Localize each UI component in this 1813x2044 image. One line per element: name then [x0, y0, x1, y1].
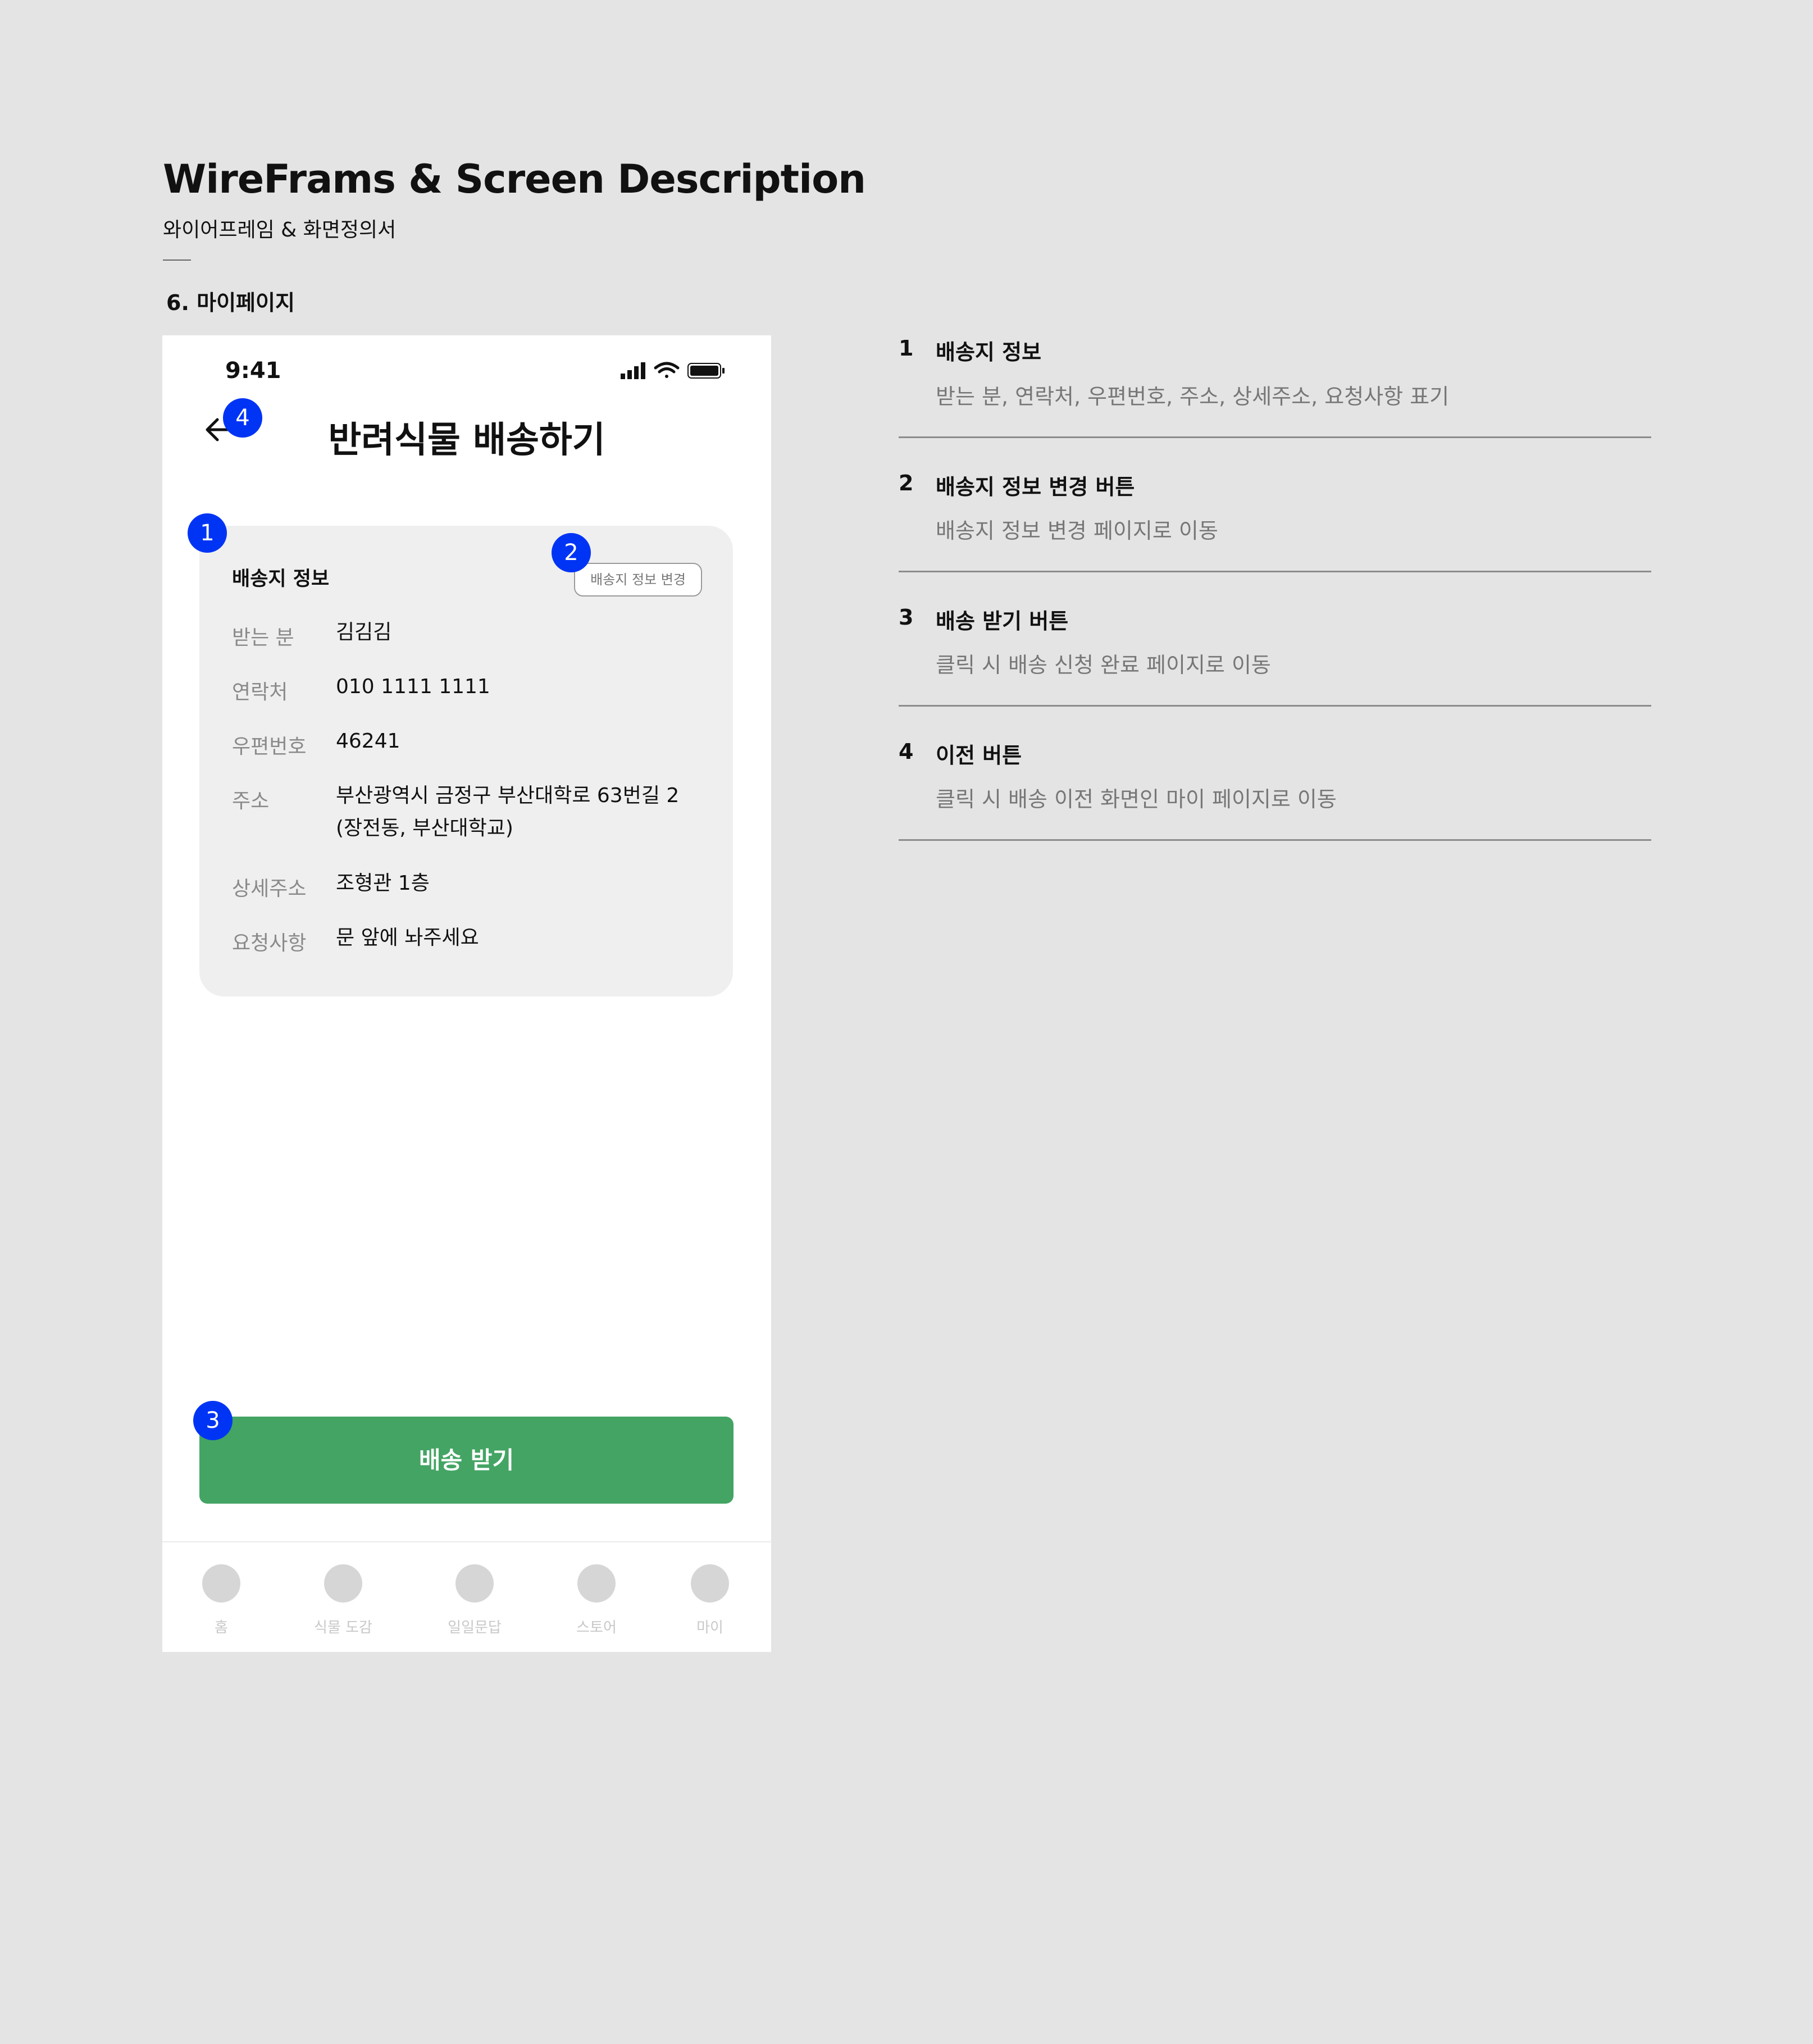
signal-icon	[621, 362, 645, 379]
description-number: 4	[899, 739, 914, 764]
tab-label: 홈	[215, 1619, 228, 1636]
description-text: 클릭 시 배송 이전 화면인 마이 페이지로 이동	[936, 787, 1337, 812]
store-icon	[577, 1564, 616, 1603]
row-label-request: 요청사항	[232, 932, 307, 955]
description-divider	[899, 436, 1651, 438]
description-number: 3	[899, 605, 914, 630]
row-value-zipcode: 46241	[336, 730, 400, 753]
battery-icon	[687, 363, 725, 379]
description-text: 받는 분, 연락처, 우편번호, 주소, 상세주소, 요청사항 표기	[936, 384, 1450, 409]
description-divider	[899, 705, 1651, 707]
tab-store[interactable]: 스토어	[552, 1564, 641, 1637]
tab-home[interactable]: 홈	[176, 1564, 266, 1637]
description-title: 배송지 정보	[936, 340, 1042, 365]
wifi-icon	[654, 362, 680, 378]
row-value-detail-address: 조형관 1층	[336, 872, 430, 895]
description-number: 1	[899, 336, 914, 361]
shipping-info-card: 배송지 정보 배송지 정보 변경 받는 분 김김김 연락처 010 1111 1…	[199, 526, 733, 996]
description-number: 2	[899, 471, 914, 495]
tab-plant-guide[interactable]: 식물 도감	[298, 1564, 388, 1637]
tab-label: 마이	[696, 1619, 723, 1636]
row-value-address: 부산광역시 금정구 부산대학로 63번길 2	[336, 784, 680, 807]
screen-title: 반려식물 배송하기	[328, 420, 605, 461]
change-address-button[interactable]: 배송지 정보 변경	[574, 563, 702, 597]
row-label-recipient: 받는 분	[232, 626, 294, 649]
doc-subtitle: 와이어프레임 & 화면정의서	[163, 218, 397, 242]
row-label-zipcode: 우편번호	[232, 735, 307, 758]
my-page-icon	[691, 1564, 729, 1603]
plant-guide-icon	[324, 1564, 362, 1603]
row-value-address-line2: (장전동, 부산대학교)	[336, 817, 513, 840]
doc-title: WireFrams & Screen Description	[163, 156, 866, 202]
phone-screen: 9:41 4 반려식물 배송하기 배송지 정보 배송지 정보 변경 받는 분 김…	[162, 335, 771, 1652]
description-divider	[899, 839, 1651, 841]
tab-bar-divider	[162, 1541, 771, 1542]
row-value-phone: 010 1111 1111	[336, 675, 490, 698]
description-title: 이전 버튼	[936, 743, 1022, 768]
card-title: 배송지 정보	[232, 568, 330, 590]
description-title: 배송지 정보 변경 버튼	[936, 475, 1135, 499]
section-title: 6. 마이페이지	[166, 290, 295, 315]
annotation-badge-1: 1	[188, 513, 227, 553]
header-divider	[163, 260, 191, 261]
row-label-phone: 연락처	[232, 681, 288, 704]
tab-label: 스토어	[576, 1619, 617, 1636]
daily-qa-icon	[455, 1564, 494, 1603]
row-label-detail-address: 상세주소	[232, 877, 307, 900]
description-divider	[899, 571, 1651, 572]
row-value-recipient: 김김김	[336, 621, 392, 644]
annotation-badge-2: 2	[552, 533, 591, 572]
receive-delivery-button[interactable]: 배송 받기	[199, 1417, 734, 1504]
description-text: 클릭 시 배송 신청 완료 페이지로 이동	[936, 653, 1271, 677]
tab-label: 식물 도감	[314, 1619, 372, 1636]
status-icons	[621, 362, 725, 379]
status-time: 9:41	[225, 358, 281, 384]
home-icon	[202, 1564, 240, 1603]
tab-label: 일일문답	[448, 1619, 502, 1636]
tab-my[interactable]: 마이	[665, 1564, 755, 1637]
description-title: 배송 받기 버튼	[936, 609, 1069, 634]
row-label-address: 주소	[232, 790, 270, 813]
row-value-request: 문 앞에 놔주세요	[336, 926, 479, 949]
annotation-badge-3: 3	[193, 1401, 233, 1440]
description-text: 배송지 정보 변경 페이지로 이동	[936, 518, 1218, 543]
tab-daily-qa[interactable]: 일일문답	[430, 1564, 520, 1637]
